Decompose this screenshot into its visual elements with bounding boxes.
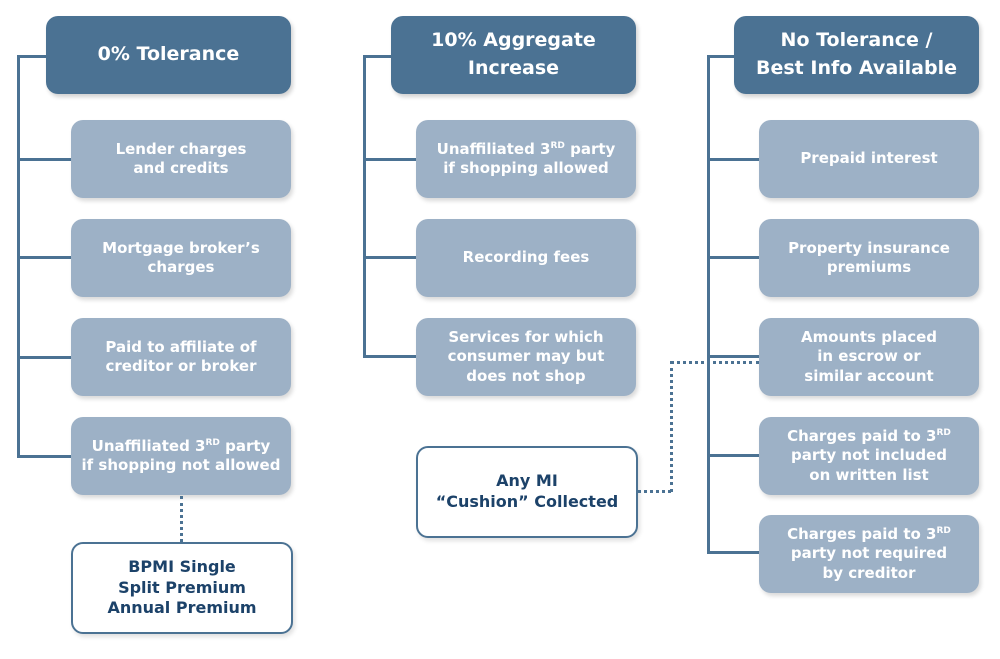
header-label: 10% Aggregate Increase [431, 29, 596, 79]
item-label: Property insurance premiums [788, 238, 950, 277]
cushion-dotted-connector-h1 [638, 490, 671, 493]
note-label: BPMI Single Split Premium Annual Premium [107, 556, 257, 618]
col1-branch-2 [17, 256, 71, 259]
col1-branch-header [17, 55, 47, 58]
item-unaffiliated-not-allowed: Unaffiliated 3RD party if shopping not a… [71, 417, 291, 495]
header-no-tolerance: No Tolerance / Best Info Available [734, 16, 979, 94]
col2-trunk [363, 55, 366, 358]
item-escrow-amounts: Amounts placed in escrow or similar acco… [759, 318, 979, 396]
item-label: Unaffiliated 3RD party if shopping allow… [436, 139, 616, 178]
item-unaffiliated-allowed: Unaffiliated 3RD party if shopping allow… [416, 120, 636, 198]
item-paid-to-affiliate: Paid to affiliate of creditor or broker [71, 318, 291, 396]
item-label: Mortgage broker’s charges [102, 238, 260, 277]
header-ten-percent: 10% Aggregate Increase [391, 16, 636, 94]
col3-branch-3 [707, 355, 760, 358]
col3-branch-5 [707, 551, 760, 554]
col3-branch-4 [707, 454, 760, 457]
item-label: Recording fees [462, 248, 590, 267]
item-charges-not-required: Charges paid to 3RD party not required b… [759, 515, 979, 593]
header-zero-tolerance: 0% Tolerance [46, 16, 291, 94]
item-label: Amounts placed in escrow or similar acco… [800, 327, 938, 385]
item-label: Prepaid interest [800, 149, 938, 168]
col2-branch-1 [363, 158, 417, 161]
item-mortgage-broker: Mortgage broker’s charges [71, 219, 291, 297]
note-mi-cushion: Any MI “Cushion” Collected [416, 446, 638, 538]
item-prepaid-interest: Prepaid interest [759, 120, 979, 198]
col2-branch-2 [363, 256, 417, 259]
col3-branch-header [707, 55, 737, 58]
header-label: No Tolerance / Best Info Available [756, 29, 957, 79]
item-label: Paid to affiliate of creditor or broker [105, 337, 257, 376]
cushion-dotted-connector-v [670, 361, 673, 492]
col3-branch-1 [707, 158, 760, 161]
col3-trunk [707, 55, 710, 554]
item-lender-charges: Lender charges and credits [71, 120, 291, 198]
item-label: Unaffiliated 3RD party if shopping not a… [81, 436, 281, 475]
item-property-insurance: Property insurance premiums [759, 219, 979, 297]
col1-branch-4 [17, 455, 71, 458]
item-recording-fees: Recording fees [416, 219, 636, 297]
cushion-dotted-connector-h2 [670, 361, 760, 364]
item-label: Lender charges and credits [115, 139, 247, 178]
header-label: 0% Tolerance [97, 43, 240, 66]
note-bpmi: BPMI Single Split Premium Annual Premium [71, 542, 293, 634]
item-services-may-shop: Services for which consumer may but does… [416, 318, 636, 396]
item-label: Charges paid to 3RD party not required b… [787, 524, 951, 582]
note-label: Any MI “Cushion” Collected [435, 471, 619, 511]
item-label: Charges paid to 3RD party not included o… [787, 426, 951, 484]
item-charges-not-on-list: Charges paid to 3RD party not included o… [759, 417, 979, 495]
col2-branch-header [363, 55, 393, 58]
item-label: Services for which consumer may but does… [447, 327, 605, 385]
col1-dotted-connector [180, 496, 183, 542]
col2-branch-3 [363, 355, 417, 358]
col3-branch-2 [707, 256, 760, 259]
col1-branch-3 [17, 356, 71, 359]
col1-branch-1 [17, 158, 71, 161]
